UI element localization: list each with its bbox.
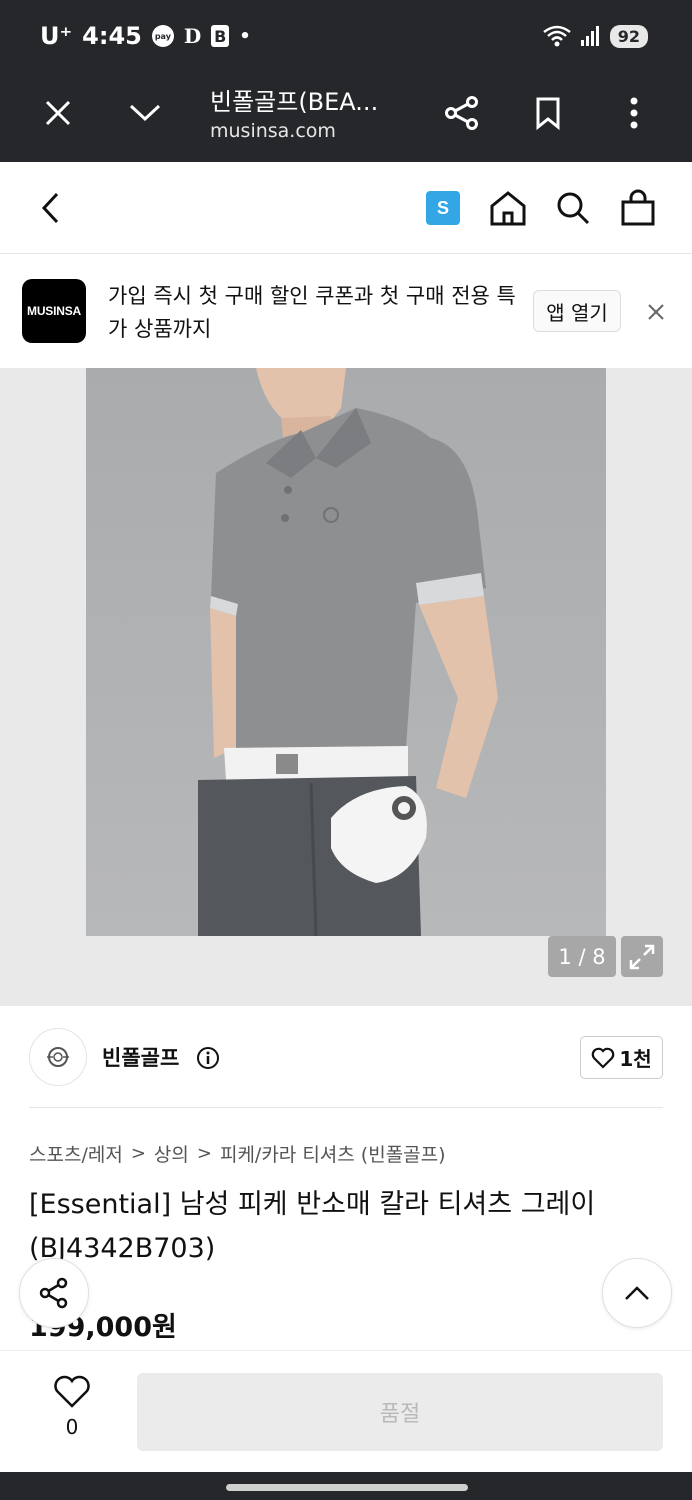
breadcrumb-item-sports[interactable]: 스포츠/레저	[29, 1140, 123, 1167]
carrier-label: U⁺	[40, 22, 73, 50]
breadcrumb-item-tops[interactable]: 상의	[154, 1140, 189, 1167]
product-photo[interactable]	[86, 368, 606, 936]
search-icon[interactable]	[549, 184, 597, 232]
status-right: 92	[542, 24, 648, 48]
bookmark-icon[interactable]	[523, 88, 573, 138]
breadcrumb-item-category[interactable]: 피케/카라 티셔츠 (빈폴골프)	[220, 1140, 446, 1167]
wishlist-count: 0	[65, 1415, 79, 1439]
banner-message: 가입 즉시 첫 구매 할인 쿠폰과 첫 구매 전용 특가 상품까지	[108, 284, 516, 341]
back-icon[interactable]	[27, 184, 75, 232]
page-title: 빈폴골프(BEA...	[210, 88, 379, 116]
system-nav-bar	[0, 1472, 692, 1500]
site-header: S	[0, 162, 692, 254]
home-icon[interactable]	[484, 184, 532, 232]
divider	[29, 1107, 663, 1108]
heart-icon	[54, 1375, 90, 1408]
product-gallery[interactable]: 1 / 8	[0, 368, 692, 1006]
model-illustration	[198, 368, 498, 936]
app-install-banner: MUSINSA 가입 즉시 첫 구매 할인 쿠폰과 첫 구매 전용 특가 상품까…	[0, 254, 692, 368]
s-badge-button[interactable]: S	[419, 184, 467, 232]
clock: 4:45	[82, 22, 142, 50]
brand-like-count: 1천	[619, 1047, 652, 1071]
wishlist-button[interactable]: 0	[42, 1375, 102, 1439]
d-icon: D	[183, 24, 202, 48]
status-left: U⁺ 4:45 pay D B •	[40, 22, 251, 50]
share-icon[interactable]	[437, 88, 487, 138]
open-app-button[interactable]: 앱 열기	[533, 290, 621, 332]
shopping-bag-icon[interactable]	[614, 184, 662, 232]
home-indicator[interactable]	[226, 1484, 468, 1491]
signal-icon	[580, 26, 599, 46]
breadcrumb-separator: >	[130, 1143, 146, 1164]
chevron-down-icon[interactable]	[120, 88, 170, 138]
info-icon[interactable]	[196, 1046, 220, 1074]
battery-indicator: 92	[609, 24, 648, 48]
close-icon[interactable]	[640, 296, 672, 328]
close-icon[interactable]	[33, 88, 83, 138]
scroll-top-button[interactable]	[602, 1258, 672, 1328]
expand-icon[interactable]	[621, 936, 663, 977]
image-counter: 1 / 8	[548, 936, 616, 977]
chevron-up-icon	[625, 1286, 649, 1300]
bottom-action-bar: 0 품절	[0, 1350, 692, 1472]
status-bar: U⁺ 4:45 pay D B • 92	[0, 0, 692, 78]
heart-icon	[592, 1047, 615, 1069]
brand-row: 빈폴골프 1천	[0, 1006, 692, 1108]
product-title: [Essential] 남성 피케 반소매 칼라 티셔츠 그레이 (BJ4342…	[29, 1189, 596, 1264]
soldout-button[interactable]: 품절	[137, 1373, 663, 1451]
share-button[interactable]	[19, 1258, 89, 1328]
breadcrumb-separator: >	[196, 1143, 212, 1164]
pay-icon: pay	[151, 25, 174, 47]
breadcrumb: 스포츠/레저 > 상의 > 피케/카라 티셔츠 (빈폴골프)	[29, 1140, 446, 1167]
brand-logo[interactable]	[29, 1028, 87, 1086]
musinsa-logo: MUSINSA	[22, 279, 86, 343]
share-icon	[39, 1277, 68, 1309]
more-vert-icon[interactable]	[609, 88, 659, 138]
b-icon: B	[211, 25, 230, 47]
notification-dot: •	[239, 25, 251, 47]
brand-like-button[interactable]: 1천	[580, 1036, 663, 1079]
page-url: musinsa.com	[210, 120, 336, 142]
wifi-icon	[542, 25, 571, 47]
brand-name[interactable]: 빈폴골프	[102, 1042, 179, 1072]
browser-toolbar: 빈폴골프(BEA... musinsa.com	[0, 78, 692, 162]
s-badge: S	[426, 191, 460, 225]
